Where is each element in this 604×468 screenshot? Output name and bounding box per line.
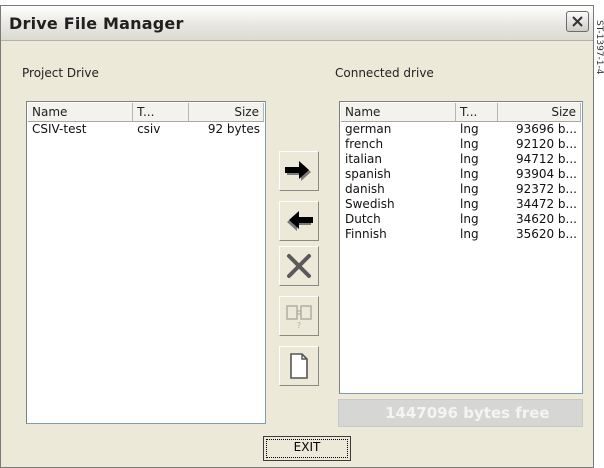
close-icon bbox=[572, 16, 583, 27]
file-size: 92372 b... bbox=[515, 182, 577, 196]
file-type: lng bbox=[460, 227, 479, 241]
column-header-size[interactable]: Size bbox=[189, 103, 264, 121]
list-item[interactable]: italian lng 94712 b... bbox=[341, 152, 581, 167]
svg-text:?: ? bbox=[297, 321, 301, 330]
list-item[interactable]: danish lng 92372 b... bbox=[341, 182, 581, 197]
project-list-header: Name T... Size bbox=[28, 103, 264, 122]
column-header-name[interactable]: Name bbox=[341, 103, 456, 121]
arrow-left-icon bbox=[287, 211, 313, 231]
file-name: german bbox=[345, 122, 392, 136]
file-name: spanish bbox=[345, 167, 392, 181]
connected-rows: german lng 93696 b... french lng 92120 b... it… bbox=[341, 122, 581, 242]
column-header-type[interactable]: T... bbox=[133, 103, 189, 121]
list-item[interactable]: CSIV-test csiv 92 bytes bbox=[28, 122, 264, 137]
file-name: Finnish bbox=[345, 227, 387, 241]
file-size: 93696 b... bbox=[515, 122, 577, 136]
project-drive-label: Project Drive bbox=[22, 66, 99, 80]
new-file-button[interactable] bbox=[279, 346, 319, 386]
free-space-text: 1447096 bytes free bbox=[385, 404, 550, 422]
file-name: Swedish bbox=[345, 197, 395, 211]
compare-button[interactable]: ? bbox=[279, 296, 319, 336]
free-space-bar: 1447096 bytes free bbox=[338, 399, 583, 427]
file-size: 34472 b... bbox=[515, 197, 577, 211]
file-size: 34620 b... bbox=[515, 212, 577, 226]
file-type: lng bbox=[460, 167, 479, 181]
window-title: Drive File Manager bbox=[9, 14, 184, 33]
file-size: 92 bytes bbox=[207, 122, 260, 136]
file-size: 92120 b... bbox=[515, 137, 577, 151]
title-bar[interactable]: Drive File Manager bbox=[1, 6, 593, 41]
focus-rectangle bbox=[266, 439, 348, 458]
file-name: CSIV-test bbox=[32, 122, 87, 136]
exit-button[interactable]: EXIT bbox=[263, 436, 351, 461]
list-item[interactable]: Finnish lng 35620 b... bbox=[341, 227, 581, 242]
connected-list-header: Name T... Size bbox=[341, 103, 581, 122]
side-caption: ST-1397-1-4 bbox=[594, 20, 604, 75]
copy-to-project-button[interactable] bbox=[279, 201, 319, 241]
column-header-size[interactable]: Size bbox=[498, 103, 581, 121]
file-name: italian bbox=[345, 152, 383, 166]
project-rows: CSIV-test csiv 92 bytes bbox=[28, 122, 264, 137]
list-item[interactable]: Swedish lng 34472 b... bbox=[341, 197, 581, 212]
file-type: lng bbox=[460, 152, 479, 166]
arrow-right-icon bbox=[285, 161, 311, 181]
delete-x-icon bbox=[287, 254, 311, 278]
delete-button[interactable] bbox=[279, 246, 319, 286]
copy-to-drive-button[interactable] bbox=[279, 151, 319, 191]
list-item[interactable]: french lng 92120 b... bbox=[341, 137, 581, 152]
file-size: 94712 b... bbox=[515, 152, 577, 166]
connected-file-list[interactable]: Name T... Size german lng 93696 b... french… bbox=[339, 101, 583, 394]
list-item[interactable]: german lng 93696 b... bbox=[341, 122, 581, 137]
file-name: french bbox=[345, 137, 384, 151]
file-name: danish bbox=[345, 182, 385, 196]
file-type: lng bbox=[460, 122, 479, 136]
list-item[interactable]: Dutch lng 34620 b... bbox=[341, 212, 581, 227]
file-type: csiv bbox=[137, 122, 161, 136]
file-type: lng bbox=[460, 212, 479, 226]
list-item[interactable]: spanish lng 93904 b... bbox=[341, 167, 581, 182]
new-file-icon bbox=[290, 353, 308, 379]
column-header-name[interactable]: Name bbox=[28, 103, 134, 121]
drive-file-manager-window: Drive File Manager Project Drive Connect… bbox=[0, 5, 594, 468]
column-header-type[interactable]: T... bbox=[456, 103, 498, 121]
compare-files-icon: ? bbox=[286, 305, 312, 330]
file-type: lng bbox=[460, 137, 479, 151]
file-size: 93904 b... bbox=[515, 167, 577, 181]
file-type: lng bbox=[460, 182, 479, 196]
file-type: lng bbox=[460, 197, 479, 211]
connected-drive-label: Connected drive bbox=[335, 66, 434, 80]
project-file-list[interactable]: Name T... Size CSIV-test csiv 92 bytes bbox=[26, 101, 266, 424]
file-size: 35620 b... bbox=[515, 227, 577, 241]
file-name: Dutch bbox=[345, 212, 381, 226]
close-button[interactable] bbox=[566, 11, 589, 32]
